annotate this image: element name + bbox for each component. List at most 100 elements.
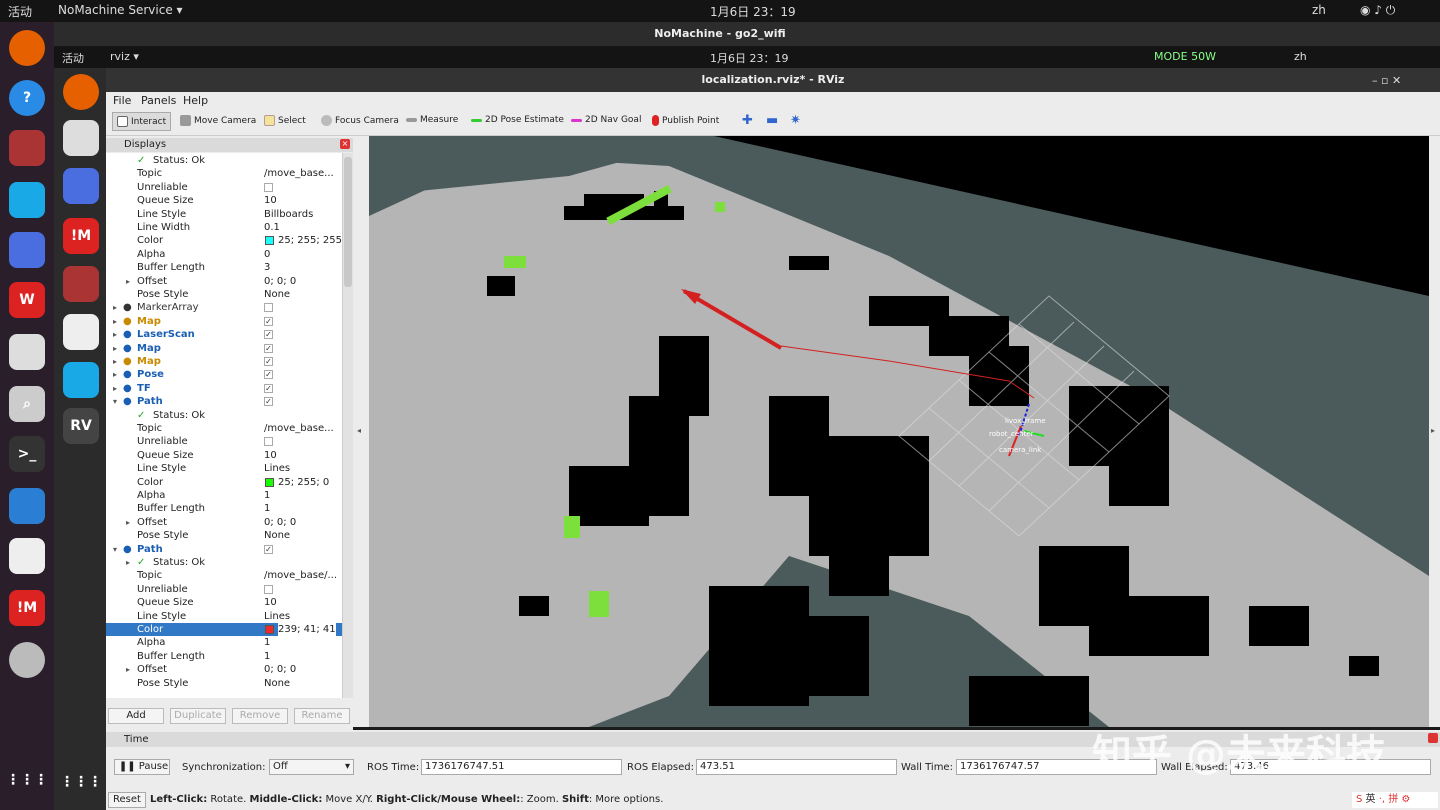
tree-row[interactable]: Line Style Billboards bbox=[106, 208, 342, 221]
tree-row[interactable]: Buffer Length 1 bbox=[106, 650, 342, 663]
tree-row[interactable]: ▸ ● Map ✓ bbox=[106, 315, 342, 328]
tree-row[interactable]: ✓ Status: Ok bbox=[106, 409, 342, 422]
3d-view[interactable]: livox_frame robot_center camera_link bbox=[369, 136, 1429, 727]
interact-tool[interactable]: Interact bbox=[112, 112, 172, 131]
menu-panels[interactable]: Panels bbox=[141, 94, 176, 107]
tree-row[interactable]: Unreliable bbox=[106, 583, 342, 596]
tree-row[interactable]: ▸ ✓ Status: Ok bbox=[106, 556, 342, 569]
property-value[interactable]: 10 bbox=[264, 194, 277, 207]
chevron-right-icon[interactable]: ▸ bbox=[126, 556, 130, 569]
color-swatch[interactable] bbox=[265, 236, 274, 246]
focus-camera-tool[interactable]: Focus Camera bbox=[321, 115, 399, 126]
tree-row[interactable]: Topic/move_base/... bbox=[106, 569, 342, 582]
tree-row[interactable]: Pose Style None bbox=[106, 288, 342, 301]
tree-row[interactable]: Pose Style None bbox=[106, 529, 342, 542]
clock[interactable]: 1月6日 23：19 bbox=[710, 50, 789, 66]
property-value[interactable]: None bbox=[264, 288, 290, 301]
property-value[interactable]: 3 bbox=[264, 261, 270, 274]
measure-tool[interactable]: Measure bbox=[406, 115, 458, 125]
todesk-icon[interactable] bbox=[9, 182, 45, 218]
property-value[interactable]: /move_base/... bbox=[264, 569, 337, 582]
rename-button[interactable]: Rename bbox=[294, 708, 350, 724]
tree-row[interactable]: Unreliable bbox=[106, 435, 342, 448]
enable-checkbox[interactable]: ✓ bbox=[264, 357, 273, 366]
chevron-right-icon[interactable]: ▸ bbox=[113, 368, 117, 381]
tree-row[interactable]: ▾ ● Path ✓ bbox=[106, 543, 342, 556]
property-value[interactable]: 1 bbox=[264, 502, 270, 515]
chevron-right-icon[interactable]: ▸ bbox=[113, 355, 117, 368]
close-icon[interactable] bbox=[1428, 733, 1438, 743]
add-button[interactable]: Add bbox=[108, 708, 164, 724]
tree-row[interactable]: Buffer Length 1 bbox=[106, 502, 342, 515]
ros-time-field[interactable]: 1736176747.51 bbox=[421, 759, 622, 775]
chevron-down-icon[interactable]: ▾ bbox=[113, 543, 117, 556]
firefox-icon[interactable] bbox=[63, 74, 99, 110]
app-menu[interactable]: NoMachine Service ▾ bbox=[58, 3, 183, 17]
display-tree[interactable]: ✓ Status: Ok Topic/move_base... Unreliable Q… bbox=[106, 153, 342, 698]
unreliable-checkbox[interactable] bbox=[264, 584, 273, 594]
rviz-icon[interactable]: RV bbox=[63, 408, 99, 444]
left-splitter[interactable]: ◂ bbox=[353, 136, 369, 727]
chevron-right-icon[interactable]: ▸ bbox=[126, 516, 130, 529]
pause-button[interactable]: ❚❚ Pause bbox=[114, 759, 170, 775]
ime-indicator[interactable]: S 英 ·, 拼 ⚙ bbox=[1352, 792, 1438, 808]
tree-row[interactable]: ▾ ● Path ✓ bbox=[106, 395, 342, 408]
property-value[interactable]: Billboards bbox=[264, 208, 313, 221]
tree-scrollbar[interactable] bbox=[342, 153, 353, 698]
tree-row[interactable]: ▸ ● Map ✓ bbox=[106, 355, 342, 368]
tree-row[interactable]: Line Style Lines bbox=[106, 462, 342, 475]
files-icon[interactable] bbox=[9, 334, 45, 370]
menu-help[interactable]: Help bbox=[183, 94, 208, 107]
property-value[interactable]: 10 bbox=[264, 449, 277, 462]
property-value[interactable]: /move_base... bbox=[264, 167, 334, 180]
search-icon[interactable]: ⌕ bbox=[9, 386, 45, 422]
enable-checkbox[interactable]: ✓ bbox=[264, 343, 273, 353]
move-camera-tool[interactable]: Move Camera bbox=[180, 115, 256, 126]
right-splitter[interactable]: ▸ bbox=[1429, 136, 1440, 727]
tree-row[interactable]: Topic/move_base... bbox=[106, 167, 342, 180]
tree-row[interactable]: ▸ ● TF ✓ bbox=[106, 382, 342, 395]
property-value[interactable]: 0; 0; 0 bbox=[264, 516, 296, 529]
tree-row[interactable]: Alpha 1 bbox=[106, 489, 342, 502]
ros-elapsed-field[interactable]: 473.51 bbox=[696, 759, 897, 775]
tree-row[interactable]: ▸ ● Map ✓ bbox=[106, 342, 342, 355]
color-swatch[interactable] bbox=[265, 477, 274, 487]
enable-checkbox[interactable]: ✓ bbox=[264, 544, 273, 554]
tree-row[interactable]: ▸ ● MarkerArray bbox=[106, 301, 342, 314]
nomachine-icon[interactable]: !M bbox=[63, 218, 99, 254]
property-value[interactable]: Lines bbox=[264, 610, 290, 623]
clock[interactable]: 1月6日 23：19 bbox=[710, 3, 796, 20]
property-value[interactable]: /move_base... bbox=[264, 422, 334, 435]
disc-icon[interactable] bbox=[9, 642, 45, 678]
sync-select[interactable]: Off ▾ bbox=[269, 759, 354, 775]
property-value[interactable]: 0; 0; 0 bbox=[264, 663, 296, 676]
property-value[interactable]: None bbox=[264, 529, 290, 542]
unreliable-checkbox[interactable] bbox=[264, 437, 273, 447]
unreliable-checkbox[interactable] bbox=[264, 182, 273, 192]
app-menu[interactable]: rviz ▾ bbox=[110, 50, 139, 63]
close-icon[interactable]: × bbox=[340, 139, 350, 149]
enable-checkbox[interactable]: ✓ bbox=[264, 330, 273, 340]
tree-row[interactable]: Queue Size 10 bbox=[106, 596, 342, 609]
chevron-right-icon[interactable]: ▸ bbox=[113, 342, 117, 355]
tree-row[interactable]: ▸ ● Pose ✓ bbox=[106, 368, 342, 381]
apps-grid-icon[interactable]: ⋮⋮⋮ bbox=[6, 762, 48, 798]
tree-row[interactable]: Queue Size 10 bbox=[106, 449, 342, 462]
chevron-right-icon[interactable]: ▸ bbox=[113, 315, 117, 328]
enable-checkbox[interactable]: ✓ bbox=[264, 370, 273, 380]
menu-file[interactable]: File bbox=[113, 94, 131, 107]
files-icon[interactable] bbox=[63, 120, 99, 156]
wps-icon[interactable]: W bbox=[9, 282, 45, 318]
chevron-right-icon[interactable]: ▸ bbox=[113, 382, 117, 395]
color-swatch[interactable] bbox=[265, 625, 274, 634]
tree-row[interactable]: Queue Size 10 bbox=[106, 194, 342, 207]
property-value[interactable]: 25; 255; 0 bbox=[278, 475, 330, 489]
tree-row[interactable]: Pose Style None bbox=[106, 677, 342, 690]
property-value[interactable]: 0; 0; 0 bbox=[264, 275, 296, 288]
tree-row[interactable]: ▸ Offset 0; 0; 0 bbox=[106, 275, 342, 288]
tree-row[interactable]: ▸ Offset 0; 0; 0 bbox=[106, 516, 342, 529]
property-value[interactable]: 1 bbox=[264, 650, 270, 663]
chevron-down-icon[interactable]: ▾ bbox=[113, 395, 117, 408]
property-value[interactable]: 1 bbox=[264, 636, 270, 649]
tree-row[interactable]: Line Width 0.1 bbox=[106, 221, 342, 234]
